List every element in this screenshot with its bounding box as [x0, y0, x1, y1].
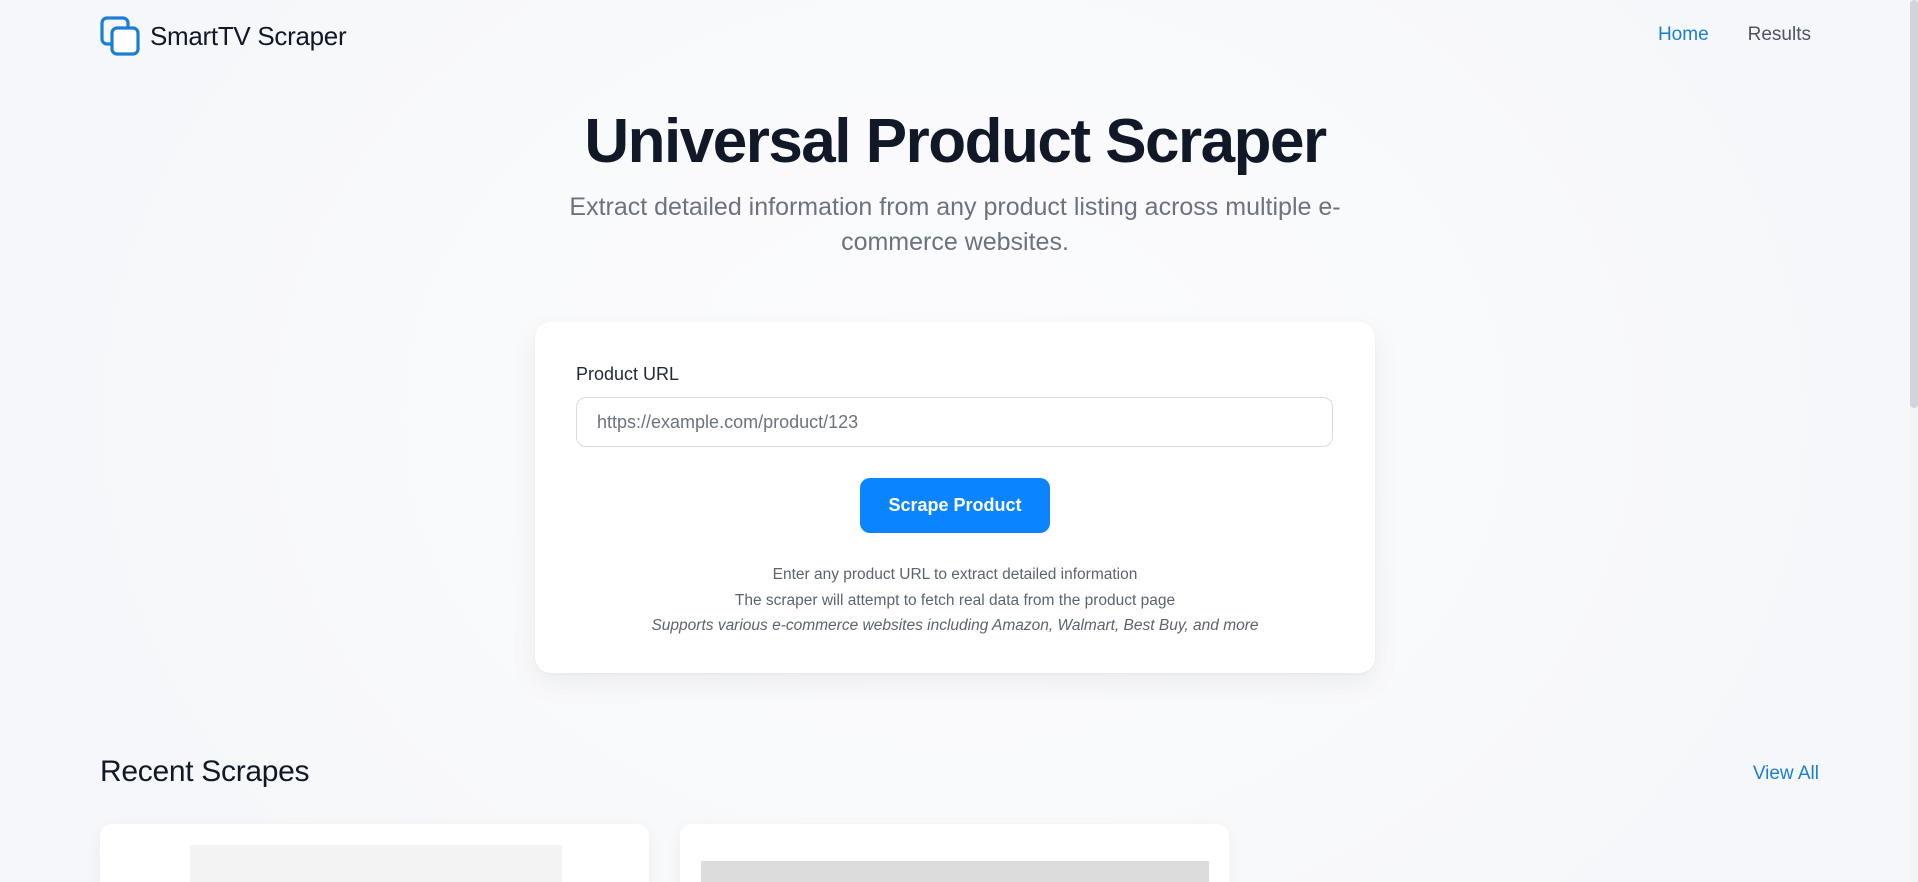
scrape-product-button[interactable]: Scrape Product: [860, 478, 1050, 533]
view-all-link[interactable]: View All: [1753, 763, 1819, 785]
help-line: Enter any product URL to extract detaile…: [772, 566, 1138, 583]
copy-squares-icon: [100, 16, 140, 56]
recent-scrape-card[interactable]: [680, 824, 1229, 882]
page-title: Universal Product Scraper: [584, 107, 1327, 176]
brand-name: SmartTV Scraper: [150, 20, 347, 51]
supported-sites-note: Supports various e-commerce websites inc…: [651, 617, 1259, 634]
recent-scrapes-heading: Recent Scrapes: [100, 755, 310, 788]
product-url-input[interactable]: [576, 397, 1333, 447]
page: SmartTV Scraper Home Results Universal P…: [0, 0, 1918, 882]
page-subtitle: Extract detailed information from any pr…: [569, 193, 1341, 256]
nav-link-results[interactable]: Results: [1748, 24, 1811, 46]
nav-link-home[interactable]: Home: [1658, 24, 1709, 46]
help-line: The scraper will attempt to fetch real d…: [734, 591, 1176, 609]
scrape-form-card: Product URL Scrape Product Enter any pro…: [535, 322, 1375, 673]
recent-scrape-card[interactable]: [100, 824, 649, 882]
main-nav: Home Results: [1619, 24, 1811, 46]
product-url-label: Product URL: [576, 364, 680, 384]
top-navbar: SmartTV Scraper Home Results: [0, 0, 1910, 74]
scrollbar-thumb[interactable]: [1910, 0, 1918, 408]
help-text: Enter any product URL to extract detaile…: [535, 562, 1375, 639]
brand-logo-link[interactable]: SmartTV Scraper: [100, 16, 347, 56]
page-scrollbar[interactable]: [1910, 0, 1918, 882]
product-image-placeholder: [701, 861, 1209, 882]
product-image-placeholder: [190, 845, 562, 882]
